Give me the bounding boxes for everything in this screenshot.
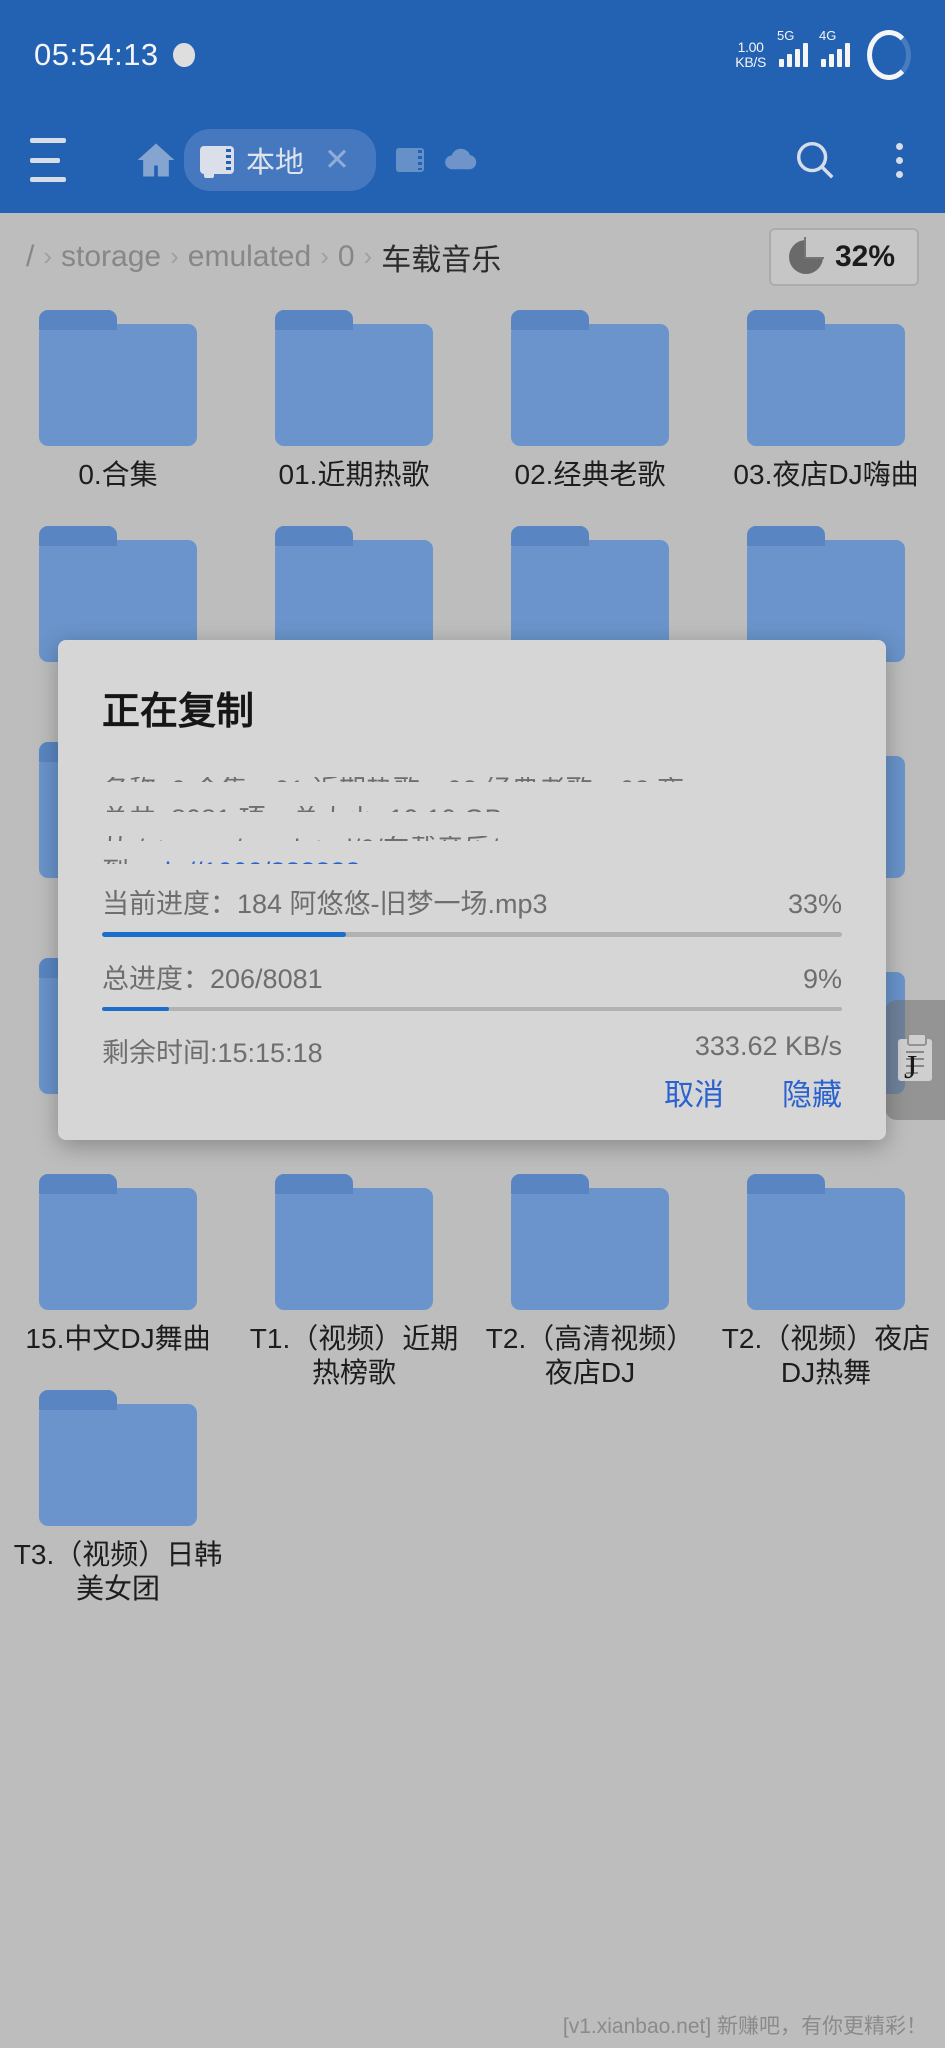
total-progress-bar [102, 1006, 842, 1011]
dialog-source-line: 从:/storage/emulated/0/车载音乐/ [102, 836, 842, 841]
total-progress-label: 总进度：206/8081 [102, 963, 323, 994]
dialog-source-path: /storage/emulated/0/车载音乐/ [137, 836, 499, 841]
dialog-name-line: 名称: 0.合集，01.近期热歌，02.经典老歌，03.夜... [102, 777, 842, 782]
dialog-total-line: 总共: 8081 项，总大小: 19.10 GB [102, 806, 842, 811]
cancel-button[interactable]: 取消 [664, 1070, 724, 1114]
current-progress-row: 当前进度：184 阿悠悠-旧梦一场.mp3 33% [102, 882, 842, 921]
dialog-destination-link[interactable]: usb://1002/?????? [137, 859, 361, 864]
remaining-time-label: 剩余时间:15:15:18 [102, 1038, 323, 1068]
transfer-meta-row: 剩余时间:15:15:18 333.62 KB/s [102, 1031, 842, 1070]
hide-button[interactable]: 隐藏 [782, 1070, 842, 1114]
total-progress-bar-fill [102, 1006, 169, 1011]
dialog-destination-line: 到:usb://1002/?????? [102, 859, 842, 864]
current-progress-label: 当前进度：184 阿悠悠-旧梦一场.mp3 [102, 889, 548, 920]
copy-progress-dialog: 正在复制 名称: 0.合集，01.近期热歌，02.经典老歌，03.夜... 总共… [58, 640, 886, 1140]
current-progress-percent: 33% [787, 889, 842, 920]
current-progress-bar [102, 932, 842, 937]
total-progress-percent: 9% [802, 963, 842, 994]
file-manager-screen: 05:54:13 1.00 KB/S 5G 4G 本地 ✕ / › storag… [0, 0, 945, 2048]
transfer-speed-label: 333.62 KB/s [694, 1031, 842, 1061]
total-progress-row: 总进度：206/8081 9% [102, 957, 842, 996]
current-progress-bar-fill [102, 932, 347, 937]
watermark-text: [v1.xianbao.net] 新赚吧，有你更精彩！ [562, 2015, 927, 2038]
dialog-source-label: 从: [102, 836, 137, 841]
dialog-title: 正在复制 [102, 691, 255, 733]
dialog-actions: 取消 隐藏 [102, 1070, 842, 1140]
dialog-destination-label: 到: [102, 859, 137, 864]
